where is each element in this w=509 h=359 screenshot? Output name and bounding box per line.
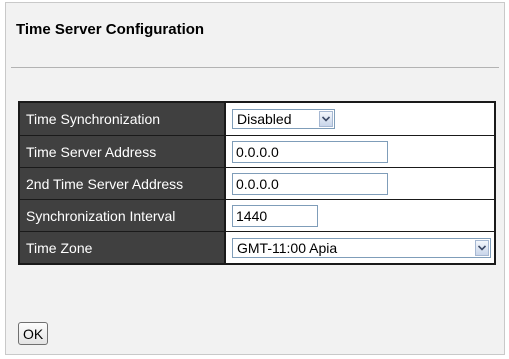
2nd-time-server-address-cell: 0.0.0.0 [226, 167, 494, 199]
title-divider [11, 67, 499, 68]
synchronization-interval-cell: 1440 [226, 199, 494, 231]
time-server-address-label: Time Server Address [20, 135, 226, 167]
config-table: Time Synchronization Disabled Time Serve… [18, 101, 496, 265]
synchronization-interval-input[interactable]: 1440 [232, 204, 318, 227]
ok-button[interactable]: OK [18, 322, 49, 345]
time-zone-select[interactable]: GMT-11:00 Apia [232, 237, 491, 258]
time-synchronization-cell: Disabled [226, 103, 494, 135]
time-server-address-input[interactable]: 0.0.0.0 [232, 140, 388, 163]
time-zone-label: Time Zone [20, 231, 226, 263]
chevron-down-icon[interactable] [475, 239, 489, 256]
row-time-zone: Time Zone GMT-11:00 Apia [20, 231, 494, 263]
time-synchronization-select[interactable]: Disabled [232, 109, 335, 129]
row-time-server-address: Time Server Address 0.0.0.0 [20, 135, 494, 167]
time-server-address-cell: 0.0.0.0 [226, 135, 494, 167]
time-synchronization-label: Time Synchronization [20, 103, 226, 135]
synchronization-interval-label: Synchronization Interval [20, 199, 226, 231]
row-time-synchronization: Time Synchronization Disabled [20, 103, 494, 135]
time-zone-value: GMT-11:00 Apia [237, 239, 338, 256]
2nd-time-server-address-input[interactable]: 0.0.0.0 [232, 172, 388, 195]
config-panel: Time Server Configuration Time Synchroni… [5, 2, 505, 355]
time-zone-cell: GMT-11:00 Apia [226, 231, 494, 263]
chevron-down-icon[interactable] [319, 111, 333, 127]
2nd-time-server-address-label: 2nd Time Server Address [20, 167, 226, 199]
row-2nd-time-server-address: 2nd Time Server Address 0.0.0.0 [20, 167, 494, 199]
row-synchronization-interval: Synchronization Interval 1440 [20, 199, 494, 231]
time-synchronization-value: Disabled [237, 111, 292, 127]
page-title: Time Server Configuration [16, 21, 205, 38]
